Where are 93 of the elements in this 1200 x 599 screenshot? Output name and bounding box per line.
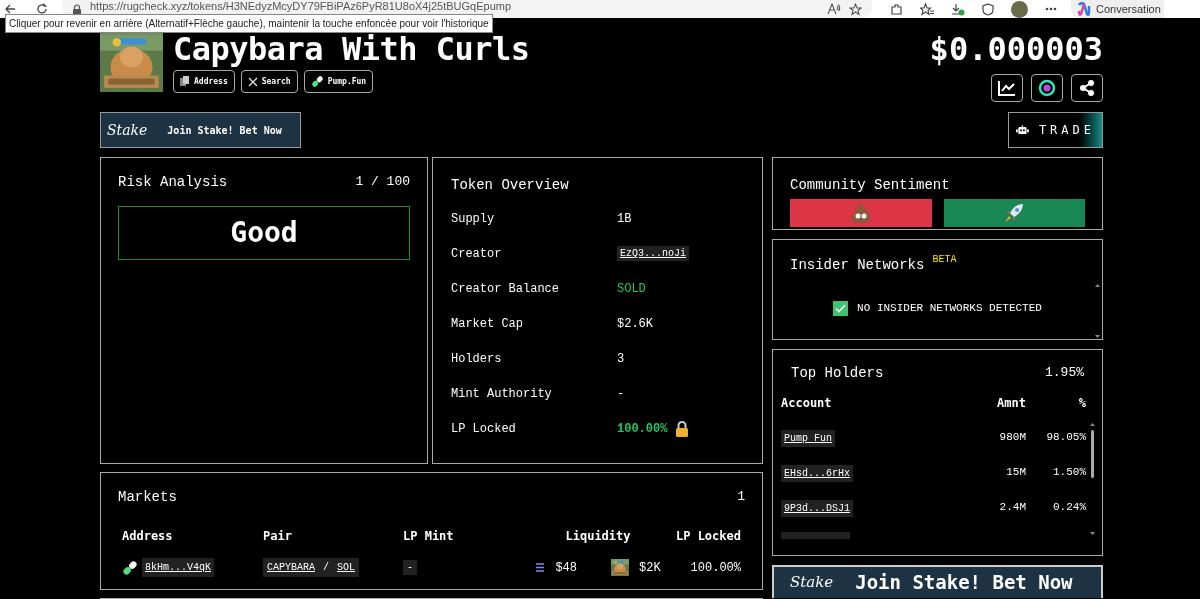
lp-locked-value: 100.00%: [690, 560, 741, 575]
panel-title: Token Overview: [451, 177, 569, 193]
holder-link[interactable]: Pump Fun: [781, 430, 835, 447]
trade-button[interactable]: TRADE: [1008, 112, 1103, 148]
holder-percent: 1.50%: [1052, 464, 1086, 480]
column-header: LP Locked: [674, 528, 742, 545]
pill-icon: [122, 559, 138, 576]
row-value: $2.6K: [617, 315, 653, 333]
link-button[interactable]: Address: [173, 70, 235, 93]
row-value: 1B: [617, 210, 632, 228]
status-text: NO INSIDER NETWORKS DETECTED: [857, 301, 1042, 316]
row-label: Holders: [451, 350, 503, 368]
banner-text: Join Stake! Bet Now: [855, 570, 1073, 596]
star-icon[interactable]: [849, 2, 862, 16]
column-header: Pair: [263, 528, 293, 545]
address-link[interactable]: 8kHm...V4qK: [142, 558, 214, 577]
risk-verdict: Good: [118, 206, 410, 260]
row-label: Market Cap: [451, 315, 524, 333]
holders-total: 1.95%: [1045, 364, 1084, 382]
beta-label: BETA: [932, 253, 957, 267]
share-button[interactable]: [1071, 74, 1103, 102]
copilot-button[interactable]: Conversation: [1071, 0, 1164, 18]
banner-text: Join Stake! Bet Now: [167, 123, 282, 138]
row-value: SOLD: [617, 280, 646, 298]
share-icon: [1078, 79, 1096, 97]
column-header: Liquidity: [564, 528, 632, 545]
profile-avatar[interactable]: [1011, 0, 1028, 18]
panel-title: Risk Analysis: [118, 173, 228, 192]
token-link[interactable]: SOL: [337, 560, 356, 575]
more-icon[interactable]: [1045, 7, 1057, 11]
lock-icon: [675, 420, 690, 437]
column-header: Address: [121, 528, 174, 545]
link-button[interactable]: Search: [240, 70, 298, 93]
holder-percent: 98.05%: [1045, 429, 1086, 445]
liquidity-value: $48: [555, 559, 577, 577]
ad-banner[interactable]: Stake Join Stake! Bet Now: [772, 565, 1103, 598]
panel-title: Insider Networks: [790, 256, 925, 275]
download-icon[interactable]: [951, 2, 965, 16]
address-link[interactable]: EzQ3...noJi: [617, 246, 689, 261]
shield-icon[interactable]: [982, 2, 994, 16]
market-count: 1: [737, 488, 745, 506]
row-label: Supply: [451, 210, 496, 228]
solana-icon: [535, 563, 546, 572]
stake-logo: Stake: [790, 572, 834, 594]
back-icon[interactable]: [4, 4, 16, 14]
holder-link[interactable]: EHsd...6rHx: [781, 465, 853, 482]
risk-score: 1 / 100: [355, 173, 410, 191]
column-header: Amnt: [996, 395, 1026, 412]
row-value: 100.00%: [617, 420, 668, 438]
row-label: Creator Balance: [451, 280, 561, 298]
row-value: -: [617, 385, 625, 403]
holder-amount: 15M: [1005, 464, 1026, 480]
rocket-icon: [1003, 202, 1026, 224]
bubble-logo-icon: [1038, 79, 1056, 97]
refresh-icon[interactable]: [36, 3, 48, 15]
scrollbar-icon: [1095, 284, 1100, 338]
liquidity-value: $2K: [639, 559, 661, 577]
url-text: https://rugcheck.xyz/tokens/H3NEdyzMcyDY79FBiPAz6PyR81U8oX4j25tBUGqEpump: [90, 0, 512, 12]
bubblemap-button[interactable]: [1031, 74, 1063, 102]
token-price: $0.000003: [929, 30, 1103, 68]
holder-amount: 2.4M: [998, 499, 1026, 515]
holder-percent: 0.24%: [1052, 499, 1086, 515]
lock-icon: [72, 3, 82, 15]
row-label: Mint Authority: [451, 385, 553, 403]
panel-title: Community Sentiment: [790, 177, 950, 193]
lp-mint: -: [403, 560, 417, 575]
panel-title: Markets: [118, 488, 177, 507]
stake-logo: Stake: [107, 120, 148, 140]
holder-link[interactable]: 9P3d...DSJ1: [781, 500, 853, 517]
pill-icon: [310, 75, 324, 88]
panel-title: Top Holders: [791, 364, 884, 383]
row-value: 3: [617, 350, 625, 368]
token-name: Capybara With Curls: [173, 30, 530, 68]
copilot-logo-icon: [1077, 2, 1091, 16]
column-header: LP Mint: [403, 528, 455, 545]
row-label: Creator: [451, 245, 503, 263]
link-button[interactable]: Pump.Fun: [303, 70, 374, 93]
chart-button[interactable]: [991, 74, 1023, 102]
x-logo-icon: [247, 76, 258, 87]
poop-icon: [849, 203, 872, 223]
token-link[interactable]: CAPYBARA: [267, 560, 315, 575]
read-aloud-icon[interactable]: [827, 3, 841, 15]
column-header: Account: [781, 395, 833, 412]
column-header: %: [1077, 395, 1086, 412]
tooltip: Cliquer pour revenir en arrière (Alternatif+Flèche gauche), maintenir la touche enfoncée pour voir l'historique: [5, 14, 493, 33]
favorites-icon[interactable]: [920, 2, 934, 16]
pair-separator: /: [323, 561, 330, 575]
ad-banner[interactable]: Stake Join Stake! Bet Now: [100, 112, 301, 148]
line-chart-icon: [998, 80, 1016, 96]
scrollbar-icon: [1090, 423, 1095, 535]
row-label: LP Locked: [451, 420, 517, 438]
copy-icon: [180, 76, 190, 87]
holder-amount: 980M: [998, 429, 1026, 445]
